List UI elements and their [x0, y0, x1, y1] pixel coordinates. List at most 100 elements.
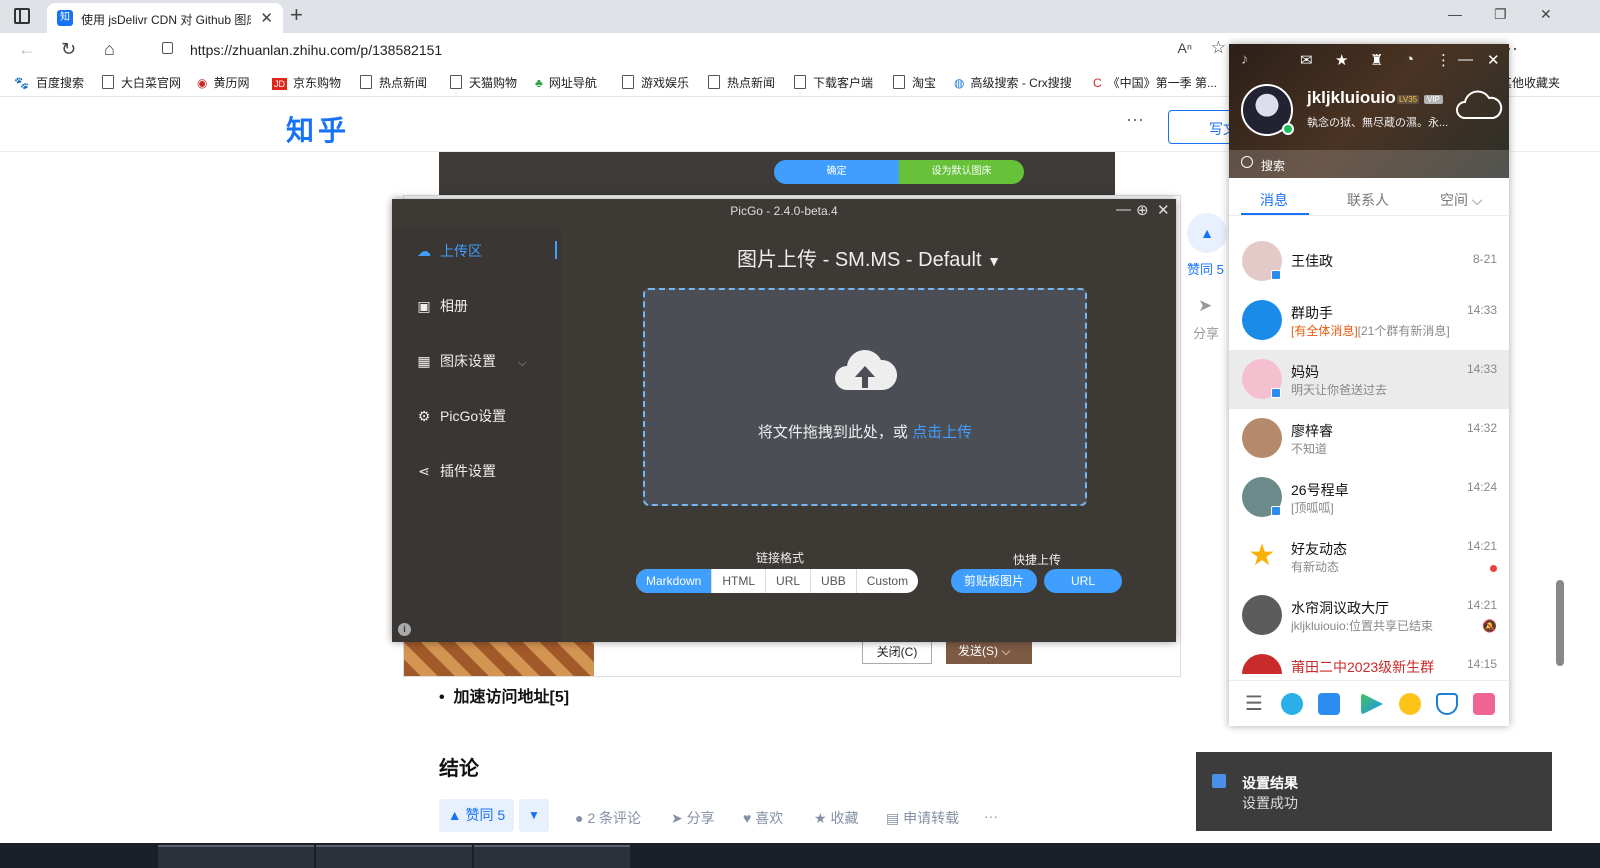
bookmark-item[interactable]: ◉ 黄历网 [197, 74, 250, 91]
like-button[interactable]: ♥ 喜欢 [743, 808, 783, 828]
video-play-icon[interactable] [1361, 693, 1383, 715]
file-transfer-icon[interactable] [1318, 693, 1340, 715]
picgo-pin-icon[interactable]: ⊕ [1136, 201, 1149, 219]
level-badge[interactable]: LV35 [1397, 95, 1420, 104]
bookmark-item[interactable]: 🐾 百度搜索 [14, 74, 84, 91]
qq-search-bar[interactable]: 搜索 [1229, 150, 1509, 178]
click-upload-link[interactable]: 点击上传 [912, 424, 972, 441]
qq-more-icon[interactable]: ⋮ [1436, 51, 1451, 69]
home-icon[interactable]: ⌂ [104, 39, 115, 60]
star-icon[interactable]: ★ [1335, 51, 1348, 69]
upload-dropzone[interactable]: 将文件拖拽到此处，或 点击上传 [643, 288, 1087, 506]
conversation-item[interactable]: ★ 好友动态 有新动态 14:21 [1229, 527, 1509, 586]
url-text[interactable]: https://zhuanlan.zhihu.com/p/138582151 [190, 42, 442, 58]
tab-space[interactable]: 空间 ⌵ [1440, 190, 1483, 210]
online-status-icon[interactable] [1282, 123, 1294, 135]
format-custom[interactable]: Custom [855, 569, 918, 593]
conversation-item[interactable]: 妈妈 明天让你爸送过去 14:33 [1229, 350, 1509, 409]
refresh-icon[interactable]: ↻ [61, 39, 76, 60]
bookmark-item[interactable]: 热点新闻 [360, 74, 427, 91]
comment-button[interactable]: ● 2 条评论 [575, 808, 641, 828]
bookmark-item[interactable]: 淘宝 [893, 74, 936, 91]
user-signature[interactable]: 執念の狱、無尽蔵の濕。永... [1307, 114, 1457, 130]
conversation-item[interactable]: 莆田二中2023级新生群 14:15 [1229, 645, 1509, 674]
format-url[interactable]: URL [765, 569, 810, 593]
bookmark-item[interactable]: ♣ 网址导航 [535, 74, 597, 91]
minimize-icon[interactable]: — [1448, 6, 1462, 22]
qq-close-icon[interactable]: ✕ [1487, 51, 1500, 69]
bookmark-item[interactable]: 大白菜官网 [102, 74, 181, 91]
taskbar-item[interactable] [474, 845, 630, 868]
format-markdown[interactable]: Markdown [636, 569, 712, 593]
nav-picbed-settings[interactable]: ▦ 图床设置 ⌵ [416, 351, 526, 371]
bell-icon[interactable]: ♪ [1241, 51, 1249, 68]
nav-plugin-settings[interactable]: ⋖ 插件设置 [416, 461, 496, 481]
bookmark-item[interactable]: 下载客户端 [794, 74, 873, 91]
add-friend-icon[interactable] [1281, 693, 1303, 715]
refresh-icon[interactable]: ◔ [1405, 51, 1414, 68]
user-nickname[interactable]: jkljkluiouio [1307, 88, 1396, 108]
lock-icon[interactable] [162, 42, 173, 54]
upvote-button[interactable]: ▲ 赞同 5 [439, 799, 514, 832]
info-icon[interactable]: i [398, 623, 411, 636]
bookmark-item[interactable]: 热点新闻 [708, 74, 775, 91]
format-html[interactable]: HTML [711, 569, 765, 593]
picgo-minimize-icon[interactable]: — [1116, 201, 1131, 218]
share-button[interactable]: ➤ 分享 [671, 808, 715, 828]
back-icon[interactable]: ← [18, 39, 36, 60]
tab-contacts[interactable]: 联系人 [1347, 190, 1389, 210]
nav-upload[interactable]: ☁ 上传区 [416, 241, 482, 261]
shirt-icon[interactable]: ♜ [1370, 51, 1383, 69]
side-upvote-icon[interactable]: ▲ [1187, 213, 1227, 253]
side-share-icon[interactable]: ➤ [1198, 296, 1212, 316]
read-aloud-icon[interactable]: Aⁿ [1178, 40, 1192, 56]
format-ubb[interactable]: UBB [810, 569, 856, 593]
downvote-button[interactable]: ▼ [519, 799, 549, 832]
zhihu-more-icon[interactable]: ··· [1126, 109, 1144, 130]
url-upload-button[interactable]: URL [1044, 569, 1122, 593]
tab-actions-icon[interactable] [14, 8, 30, 24]
bookmark-item[interactable]: JD 京东购物 [272, 74, 341, 91]
notification-toast[interactable]: 设置结果 设置成功 [1196, 752, 1552, 831]
address-bar[interactable]: https://zhuanlan.zhihu.com/p/138582151 A… [142, 36, 1242, 64]
nav-gallery[interactable]: ▣ 相册 [416, 296, 468, 316]
main-menu-icon[interactable]: ☰ [1243, 693, 1265, 715]
new-tab-icon[interactable]: + [290, 2, 303, 28]
bookmark-item[interactable]: 游戏娱乐 [622, 74, 689, 91]
favorite-star-icon[interactable]: ☆ [1211, 38, 1226, 58]
conversation-item[interactable]: 水帘洞议政大厅 jkljkluiouio:位置共享已结束 14:21 🔕 [1229, 586, 1509, 645]
bookmark-item[interactable]: 天猫购物 [450, 74, 517, 91]
qq-minimize-icon[interactable]: — [1458, 51, 1473, 68]
taskbar-item[interactable] [316, 845, 472, 868]
app-manager-icon[interactable] [1473, 693, 1495, 715]
close-window-icon[interactable]: ✕ [1540, 6, 1552, 23]
nav-picgo-settings[interactable]: ⚙ PicGo设置 [416, 406, 506, 426]
other-bookmarks[interactable]: 其他收藏夹 [1500, 74, 1560, 91]
weather-cloud-icon[interactable] [1455, 90, 1503, 120]
restore-icon[interactable]: ❐ [1494, 6, 1507, 23]
tab-messages[interactable]: 消息 [1260, 190, 1288, 210]
upload-heading[interactable]: 图片上传 - SM.MS - Default ▼ [562, 243, 1176, 272]
bookmark-item[interactable]: C 《中国》第一季 第... [1093, 74, 1217, 91]
mail-icon[interactable]: ✉ [1300, 51, 1313, 69]
page-scrollbar[interactable] [1556, 580, 1564, 666]
tab-close-icon[interactable]: ✕ [260, 9, 273, 27]
conversation-item[interactable]: 26号程卓 [顶呱呱] 14:24 [1229, 468, 1509, 527]
taskbar-item[interactable] [158, 845, 314, 868]
side-upvote-label[interactable]: 赞同 5 [1187, 259, 1224, 278]
bookmark-item[interactable]: ◍ 高级搜索 - Crx搜搜 [954, 74, 1072, 91]
reprint-button[interactable]: ▤ 申请转载 [886, 808, 959, 828]
more-actions-button[interactable]: ··· [984, 808, 998, 824]
security-shield-icon[interactable] [1436, 693, 1458, 715]
side-share-label[interactable]: 分享 [1193, 323, 1219, 342]
zhihu-logo[interactable]: 知乎 [286, 109, 350, 149]
conversation-item[interactable]: 廖梓睿 不知道 14:32 [1229, 409, 1509, 468]
conversation-item[interactable]: 群助手 [有全体消息][21个群有新消息] 14:33 [1229, 291, 1509, 350]
vip-badge[interactable]: VIP [1424, 95, 1443, 104]
game-icon[interactable] [1399, 693, 1421, 715]
collect-button[interactable]: ★ 收藏 [814, 808, 858, 828]
browser-tab-active[interactable]: 知 使用 jsDelivr CDN 对 Github 图床 ✕ [47, 3, 283, 33]
conversation-item[interactable]: 王佳政 8-21 [1229, 232, 1509, 291]
clipboard-upload-button[interactable]: 剪贴板图片 [951, 569, 1037, 593]
picgo-close-icon[interactable]: ✕ [1157, 201, 1170, 219]
